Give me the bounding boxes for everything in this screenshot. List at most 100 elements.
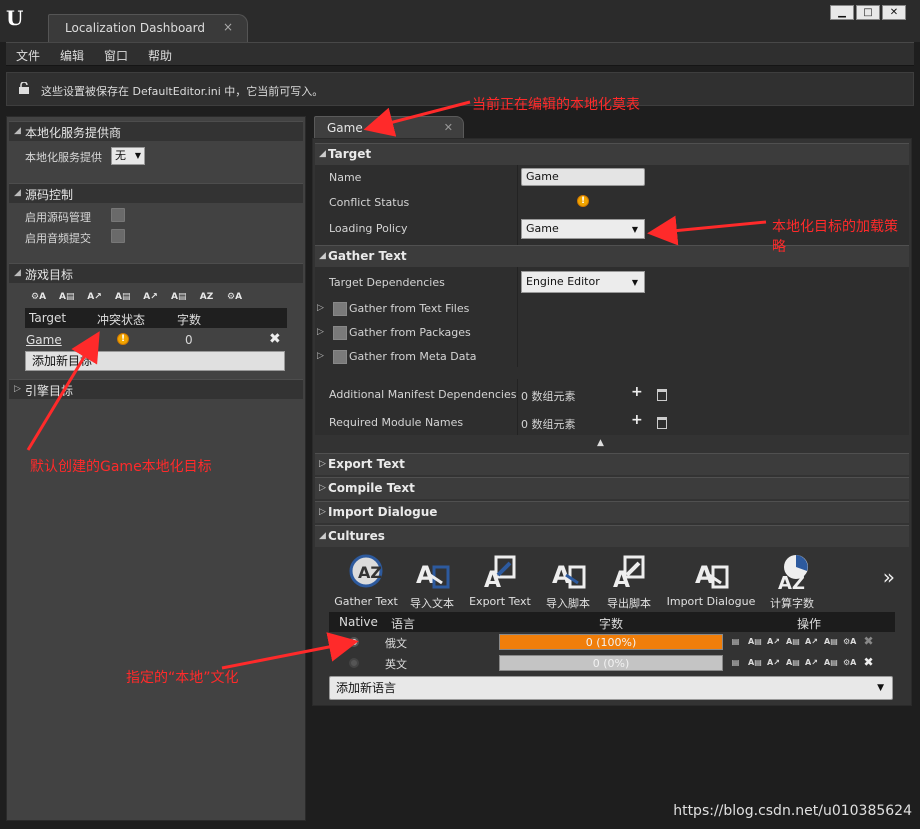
provider-combo[interactable]: 无	[111, 147, 145, 165]
menu-file[interactable]: 文件	[16, 47, 40, 64]
culture-wordcount-text: 0 (0%)	[592, 657, 630, 670]
delete-manifest-icon[interactable]	[657, 389, 667, 401]
native-culture-radio[interactable]	[349, 658, 359, 668]
expand-arrow-icon: ▷	[319, 483, 326, 493]
name-input[interactable]: Game	[521, 168, 645, 186]
gather-packages-checkbox[interactable]	[333, 326, 347, 340]
culture-language: 英文	[385, 658, 407, 671]
delete-target-icon[interactable]: ✖	[269, 331, 281, 347]
import-culture-icon[interactable]: A↗	[767, 635, 780, 648]
minimize-button[interactable]: ▁	[830, 5, 854, 20]
culture-actions: ▤ A▤ A↗ A▤ A↗ A▤ ⚙A ✖	[729, 635, 875, 648]
export-text-tool[interactable]: A Export Text	[469, 553, 531, 608]
native-culture-radio[interactable]	[349, 637, 359, 647]
export-script-tool[interactable]: A 导出脚本	[603, 553, 655, 611]
count-words-icon[interactable]: AZ	[199, 290, 214, 305]
import-script-tool[interactable]: A 导入脚本	[543, 553, 593, 611]
export-text-section-title: Export Text	[328, 457, 405, 471]
document-tab-close-icon[interactable]: ×	[223, 20, 233, 34]
compile-culture-icon[interactable]: ⚙A	[843, 656, 856, 669]
cultures-section-header[interactable]: ◢ Cultures	[315, 525, 909, 547]
game-targets-section-header[interactable]: ◢ 游戏目标	[9, 263, 303, 283]
enable-auto-label: 启用音频提交	[25, 232, 91, 245]
cultures-table-header: Native 语言 字数 操作	[329, 612, 895, 632]
add-new-language-combo[interactable]: 添加新语言	[329, 676, 893, 700]
engine-targets-section-header[interactable]: ▷ 引擎目标	[9, 379, 303, 399]
close-window-button[interactable]: ✕	[882, 5, 906, 20]
export-script-icon[interactable]: A↗	[143, 290, 158, 305]
game-tab-close-icon[interactable]: ✕	[444, 121, 453, 134]
game-targets-title: 游戏目标	[25, 268, 74, 282]
export-script-culture-icon[interactable]: A▤	[824, 656, 838, 669]
import-dialogue-section-header[interactable]: ▷ Import Dialogue	[315, 501, 909, 523]
edit-culture-icon[interactable]: ▤	[729, 635, 742, 648]
loading-policy-combo[interactable]: Game	[521, 219, 645, 239]
target-section-title: Target	[328, 147, 372, 161]
gather-text-section-header[interactable]: ◢ Gather Text	[315, 245, 909, 267]
delete-module-icon[interactable]	[657, 417, 667, 429]
gather-text-files-label: Gather from Text Files	[349, 302, 470, 315]
target-dependencies-combo[interactable]: Engine Editor	[521, 271, 645, 293]
enable-auto-checkbox[interactable]	[111, 229, 125, 243]
gather-text-section-title: Gather Text	[328, 249, 407, 263]
target-dependencies-label: Target Dependencies	[329, 276, 445, 289]
import-text-tool[interactable]: A 导入文本	[407, 553, 457, 611]
export-culture-icon[interactable]: A▤	[786, 635, 800, 648]
column-divider	[517, 267, 518, 367]
gather-text-tool[interactable]: AZ Gather Text	[333, 553, 399, 608]
game-target-link[interactable]: Game	[26, 333, 62, 347]
import-text-icon[interactable]: A▤	[59, 290, 74, 305]
export-text-icon[interactable]: A↗	[87, 290, 102, 305]
more-tools-chevron-icon[interactable]: »	[883, 565, 895, 589]
target-section-header[interactable]: ◢ Target	[315, 143, 909, 165]
menu-bar: 文件 编辑 窗口 帮助	[6, 42, 914, 66]
import-culture-icon[interactable]: A↗	[767, 656, 780, 669]
export-script-culture-icon[interactable]: A▤	[824, 635, 838, 648]
compile-text-section-header[interactable]: ▷ Compile Text	[315, 477, 909, 499]
gather-culture-icon[interactable]: A▤	[748, 635, 762, 648]
count-words-tool[interactable]: AZ 计算字数	[767, 553, 817, 611]
providers-section-header[interactable]: ◢ 本地化服务提供商	[9, 121, 303, 141]
export-text-section-header[interactable]: ▷ Export Text	[315, 453, 909, 475]
gather-meta-checkbox[interactable]	[333, 350, 347, 364]
gather-text-files-checkbox[interactable]	[333, 302, 347, 316]
game-target-tab[interactable]: Game ✕	[314, 116, 464, 139]
menu-help[interactable]: 帮助	[148, 47, 172, 64]
gather-text-icon[interactable]: ⚙A	[31, 290, 46, 305]
collapse-arrow-icon: ◢	[319, 251, 326, 261]
wordcount-column-header: 字数	[177, 313, 202, 327]
import-dialogue-tool[interactable]: A Import Dialogue	[665, 553, 757, 608]
menu-edit[interactable]: 编辑	[60, 47, 84, 64]
add-manifest-icon[interactable]: +	[631, 384, 643, 400]
delete-culture-icon[interactable]: ✖	[862, 635, 875, 648]
import-dialogue-icon[interactable]: A▤	[171, 290, 186, 305]
add-module-icon[interactable]: +	[631, 412, 643, 428]
gather-text-tool-label: Gather Text	[334, 595, 398, 608]
compile-culture-icon[interactable]: ⚙A	[843, 635, 856, 648]
collapse-advanced-icon[interactable]: ▲	[597, 438, 604, 448]
export-script-tool-label: 导出脚本	[607, 597, 651, 610]
count-words-tool-icon: AZ	[778, 555, 808, 594]
native-column-header: Native	[339, 615, 378, 629]
compile-text-icon[interactable]: ⚙A	[227, 290, 242, 305]
delete-culture-icon[interactable]: ✖	[862, 656, 875, 669]
unreal-logo-icon: U	[6, 6, 24, 30]
import-text-tool-icon: A	[416, 561, 450, 589]
add-new-target-button[interactable]: 添加新目标	[25, 351, 285, 371]
expand-arrow-icon: ▷	[317, 327, 324, 337]
document-tab[interactable]: Localization Dashboard ×	[48, 14, 248, 42]
import-script-culture-icon[interactable]: A↗	[805, 656, 818, 669]
import-script-tool-label: 导入脚本	[546, 597, 590, 610]
expand-arrow-icon: ▷	[319, 459, 326, 469]
gather-culture-icon[interactable]: A▤	[748, 656, 762, 669]
import-script-culture-icon[interactable]: A↗	[805, 635, 818, 648]
import-script-icon[interactable]: A▤	[115, 290, 130, 305]
export-culture-icon[interactable]: A▤	[786, 656, 800, 669]
conflict-column-header: 冲突状态	[97, 313, 146, 327]
collapse-arrow-icon: ◢	[14, 188, 21, 198]
enable-scc-checkbox[interactable]	[111, 208, 125, 222]
source-control-section-header[interactable]: ◢ 源码控制	[9, 183, 303, 203]
edit-culture-icon[interactable]: ▤	[729, 656, 742, 669]
menu-window[interactable]: 窗口	[104, 47, 128, 64]
maximize-button[interactable]: □	[856, 5, 880, 20]
